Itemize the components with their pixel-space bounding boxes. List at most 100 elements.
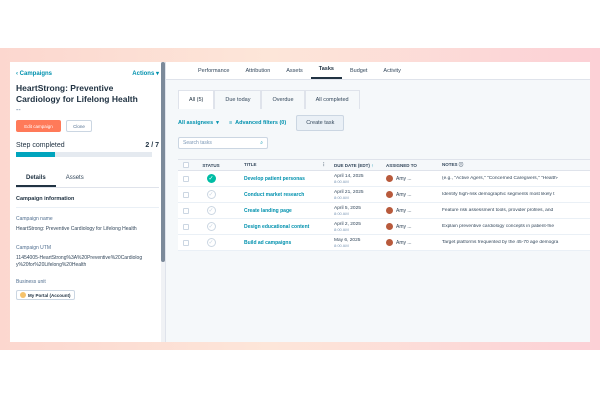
status-incomplete-icon[interactable]: ✓ — [206, 222, 216, 231]
filter-icon: ≡ — [228, 120, 233, 126]
step-progress-fill — [16, 152, 56, 157]
campaign-name-value: HeartStrong: Preventive Cardiology for L… — [16, 226, 137, 232]
tab-assets-main[interactable]: Assets — [278, 68, 311, 79]
column-title-label: TITLE — [244, 162, 257, 167]
row-checkbox[interactable] — [183, 175, 189, 182]
tasks-table: STATUS TITLE ⋮ DUE DATE (EDT) ↑ ASSIGNED… — [178, 159, 590, 251]
assignee-name: Amy ... — [396, 223, 412, 230]
table-row[interactable]: ✓ Create landing page April 5, 2025 8:00… — [178, 203, 590, 219]
note-cell: Target platforms frequented by the 45-70… — [442, 240, 559, 245]
clone-button[interactable]: Clone — [66, 120, 92, 132]
row-checkbox[interactable] — [183, 239, 189, 246]
task-title-link[interactable]: Design educational content — [244, 224, 309, 230]
tab-attribution[interactable]: Attribution — [238, 68, 279, 79]
assigned-cell[interactable]: Amy ... — [384, 223, 438, 230]
step-progress-bar — [16, 152, 152, 157]
assignees-filter-label: All assignees — [178, 120, 214, 126]
tab-performance[interactable]: Performance — [190, 68, 238, 79]
business-unit-chip[interactable]: My Portal (Account) — [16, 290, 75, 300]
campaign-title: HeartStrong: Preventive Cardiology for L… — [16, 83, 138, 104]
assigned-cell[interactable]: Amy ... — [384, 175, 438, 182]
task-title-link[interactable]: Conduct market research — [244, 192, 304, 198]
status-cell: ✓ — [194, 174, 228, 183]
task-title-link[interactable]: Build ad campaigns — [244, 240, 291, 246]
column-due-label: DUE DATE (EDT) — [334, 162, 370, 168]
step-label: Step completed — [16, 142, 65, 149]
sidebar-scrollbar[interactable] — [161, 62, 165, 342]
row-checkbox[interactable] — [183, 223, 189, 230]
title-cell: Create landing page — [228, 208, 332, 214]
status-complete-icon[interactable]: ✓ — [206, 174, 216, 183]
column-menu-icon[interactable]: ⋮ — [322, 162, 327, 168]
app-window: ‹ Campaigns Actions ▾ HeartStrong: Preve… — [10, 62, 590, 342]
info-icon: ⓘ — [458, 162, 464, 167]
due-date-cell: April 21, 2025 8:00 AM — [332, 190, 384, 200]
advanced-filters-button[interactable]: ≡ Advanced filters (0) — [229, 120, 286, 126]
row-checkbox-cell — [178, 223, 194, 230]
back-link-label: Campaigns — [19, 70, 53, 77]
filter-tab-overdue[interactable]: Overdue — [261, 90, 305, 109]
due-time: 8:00 AM — [334, 242, 349, 248]
avatar — [386, 207, 393, 214]
task-toolbar: All assignees ▾ ≡ Advanced filters (0) C… — [178, 115, 590, 131]
due-time: 8:00 AM — [334, 210, 349, 216]
table-row[interactable]: ✓ Conduct market research April 21, 2025… — [178, 187, 590, 203]
select-all-checkbox[interactable] — [183, 162, 189, 168]
campaign-tabs: Performance Attribution Assets Tasks Bud… — [166, 62, 590, 80]
avatar — [386, 223, 393, 230]
assigned-cell[interactable]: Amy ... — [384, 207, 438, 214]
avatar — [386, 175, 393, 182]
sort-ascending-icon: ↑ — [371, 162, 374, 168]
filter-tab-completed[interactable]: All completed — [304, 90, 360, 109]
row-checkbox[interactable] — [183, 191, 189, 198]
campaign-information-heading: Campaign information — [16, 196, 75, 202]
chevron-down-icon: ▾ — [155, 71, 159, 77]
title-cell: Develop patient personas — [228, 176, 332, 182]
chevron-down-icon: ▾ — [216, 120, 219, 126]
advanced-filters-label: Advanced filters (0) — [235, 120, 287, 126]
table-row[interactable]: ✓ Develop patient personas April 14, 202… — [178, 171, 590, 187]
tab-details[interactable]: Details — [16, 175, 56, 187]
task-title-link[interactable]: Create landing page — [244, 208, 292, 214]
task-title-link[interactable]: Develop patient personas — [244, 176, 305, 182]
due-date-cell: April 14, 2025 8:00 AM — [332, 174, 384, 184]
campaign-sidebar: ‹ Campaigns Actions ▾ HeartStrong: Preve… — [10, 62, 166, 342]
sidebar-header: ‹ Campaigns Actions ▾ — [16, 70, 159, 78]
actions-dropdown[interactable]: Actions ▾ — [132, 70, 159, 77]
status-incomplete-icon[interactable]: ✓ — [206, 206, 216, 215]
back-to-campaigns-link[interactable]: ‹ Campaigns — [16, 71, 52, 77]
assignees-filter[interactable]: All assignees ▾ — [178, 120, 219, 126]
column-due-date[interactable]: DUE DATE (EDT) ↑ — [332, 163, 384, 168]
edit-campaign-button[interactable]: Edit campaign — [16, 120, 61, 132]
column-notes-label: NOTES — [442, 162, 458, 167]
filter-tab-all[interactable]: All (5) — [178, 90, 215, 109]
status-cell: ✓ — [194, 222, 228, 231]
business-unit-value: My Portal (Account) — [28, 292, 71, 298]
status-incomplete-icon[interactable]: ✓ — [206, 238, 216, 247]
column-assigned[interactable]: ASSIGNED TO — [384, 163, 438, 168]
tab-assets[interactable]: Assets — [56, 175, 94, 187]
assignee-name: Amy ... — [396, 175, 412, 182]
step-count: 2 / 7 — [145, 142, 159, 149]
status-incomplete-icon[interactable]: ✓ — [206, 190, 216, 199]
assigned-cell[interactable]: Amy ... — [384, 191, 438, 198]
tab-activity[interactable]: Activity — [375, 68, 408, 79]
table-header: STATUS TITLE ⋮ DUE DATE (EDT) ↑ ASSIGNED… — [178, 159, 590, 171]
tab-tasks[interactable]: Tasks — [310, 66, 342, 79]
assigned-cell[interactable]: Amy ... — [384, 239, 438, 246]
column-status[interactable]: STATUS — [194, 163, 228, 168]
row-checkbox[interactable] — [183, 207, 189, 214]
column-notes[interactable]: NOTES ⓘ — [438, 162, 590, 168]
sidebar-scroll-thumb[interactable] — [161, 62, 165, 262]
due-time: 8:00 AM — [334, 194, 349, 200]
search-tasks-input[interactable]: Search tasks ⌕ — [178, 137, 268, 149]
filter-tab-due-today[interactable]: Due today — [214, 90, 262, 109]
assignee-name: Amy ... — [396, 239, 412, 246]
column-title[interactable]: TITLE ⋮ — [228, 162, 332, 168]
title-cell: Design educational content — [228, 224, 332, 230]
table-row[interactable]: ✓ Build ad campaigns May 6, 2025 8:00 AM… — [178, 235, 590, 251]
note-cell: Identify high-risk demographic segments … — [442, 192, 555, 197]
create-task-button[interactable]: Create task — [296, 115, 345, 131]
table-row[interactable]: ✓ Design educational content April 2, 20… — [178, 219, 590, 235]
tab-budget[interactable]: Budget — [342, 68, 375, 79]
